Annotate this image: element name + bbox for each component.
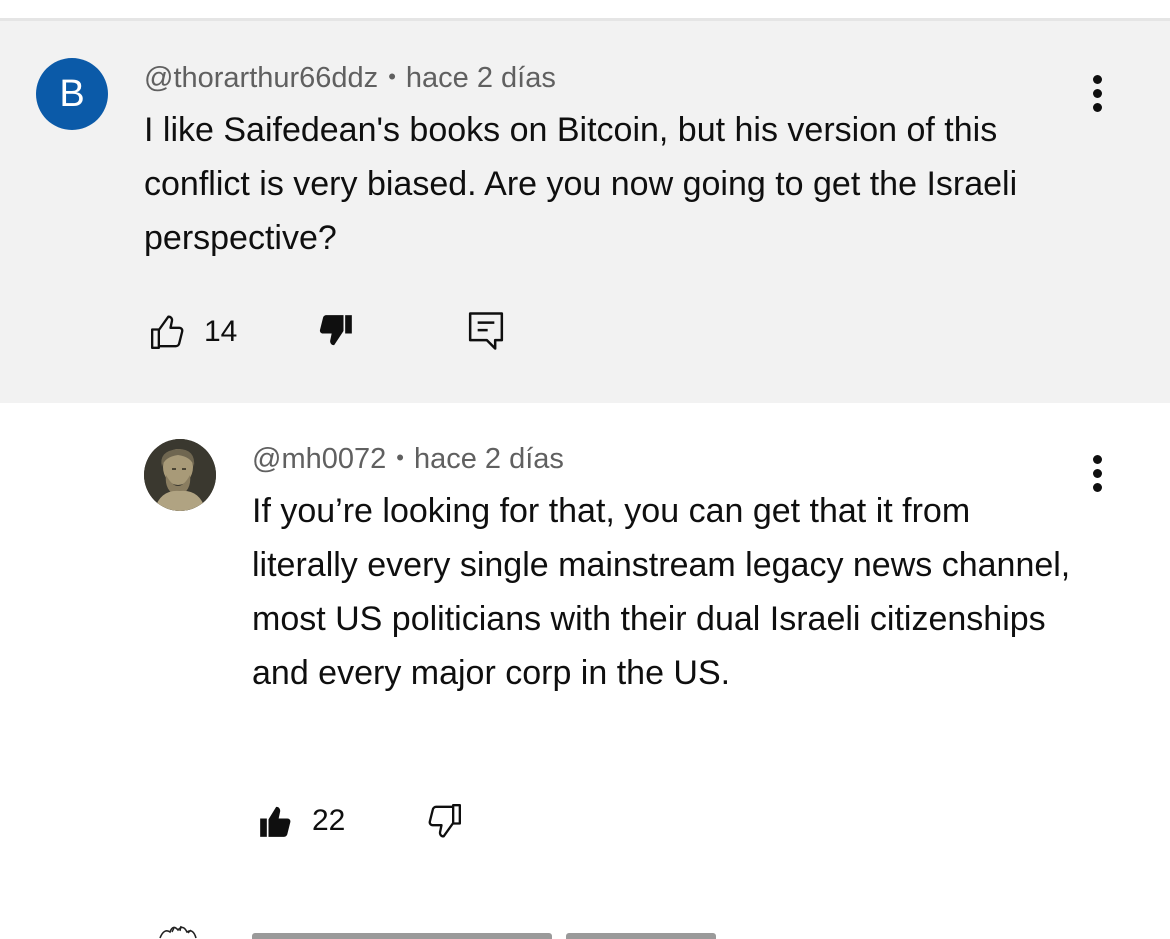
thumbs-down-outline-icon[interactable]: [424, 801, 464, 841]
like-count: 14: [204, 315, 238, 348]
partial-avatar-image: [159, 925, 197, 939]
thumbs-up-outline-icon[interactable]: [148, 312, 188, 352]
more-vertical-icon[interactable]: [1088, 75, 1108, 115]
comment-text: If you’re looking for that, you can get …: [252, 492, 1071, 692]
avatar[interactable]: [144, 439, 216, 511]
comment-meta: @mh0072 • hace 2 días: [252, 443, 564, 476]
avatar[interactable]: B: [36, 58, 108, 130]
comment-time: hace 2 días: [405, 62, 556, 94]
reply-comment-icon[interactable]: [466, 309, 506, 353]
thumbs-up-filled-icon[interactable]: [256, 801, 296, 841]
bust-statue-avatar: [144, 439, 216, 511]
comment-meta: @thorarthur66ddz • hace 2 días: [144, 62, 556, 95]
comment-meta-cropped: [252, 924, 730, 939]
avatar[interactable]: [150, 922, 210, 939]
thumbs-down-filled-icon[interactable]: [316, 311, 356, 351]
meta-separator: •: [396, 445, 404, 470]
meta-separator: •: [388, 64, 396, 89]
comment-time: hace 2 días: [413, 443, 564, 475]
comment-text: I like Saifedean's books on Bitcoin, but…: [144, 111, 1018, 257]
more-vertical-icon[interactable]: [1088, 455, 1108, 495]
top-edge: [0, 0, 1170, 18]
like-count: 22: [312, 804, 346, 837]
author-handle[interactable]: @thorarthur66ddz: [144, 62, 378, 94]
author-handle[interactable]: @mh0072: [252, 443, 386, 475]
